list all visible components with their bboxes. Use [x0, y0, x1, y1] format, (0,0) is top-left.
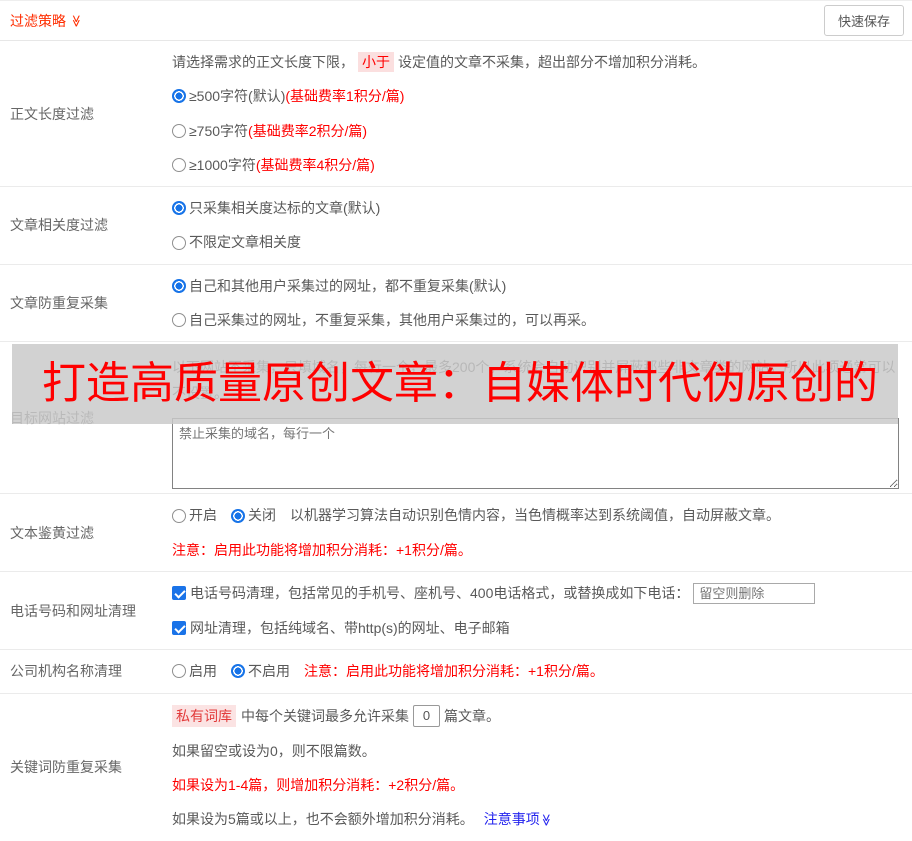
keyword-limit-text: 中每个关键词最多允许采集	[241, 707, 409, 724]
row-label-keyword-dedup: 关键词防重复采集	[10, 759, 122, 776]
company-clean-option-on[interactable]: 启用	[172, 661, 217, 681]
option-label: 不限定文章相关度	[189, 234, 301, 251]
keyword-note-zero: 如果留空或设为0，则不限篇数。	[172, 742, 376, 759]
quick-save-button[interactable]: 快速保存	[823, 5, 904, 36]
option-label: ≥750字符	[189, 122, 249, 139]
option-label: ≥500字符(默认)	[189, 88, 286, 105]
option-label: 网址清理，包括纯域名、带http(s)的网址、电子邮箱	[190, 619, 510, 636]
radio-checked-icon[interactable]	[172, 89, 186, 104]
length-option-500[interactable]: ≥500字符(默认) (基础费率1积分/篇)	[172, 86, 902, 106]
checkbox-checked-icon[interactable]	[172, 621, 186, 636]
radio-unchecked-icon[interactable]	[172, 158, 186, 173]
radio-checked-icon[interactable]	[172, 201, 186, 216]
row-phone-url-clean: 电话号码和网址清理 电话号码清理，包括常见的手机号、座机号、400电话格式，或替…	[0, 572, 912, 651]
page-title[interactable]: 过滤策略 ≫	[10, 11, 83, 31]
porn-filter-option-on[interactable]: 开启	[172, 505, 217, 525]
relevance-option-any[interactable]: 不限定文章相关度	[172, 232, 902, 252]
desc-highlight: 小于	[358, 52, 394, 73]
radio-unchecked-icon[interactable]	[172, 508, 186, 523]
row-label-relevance-filter: 文章相关度过滤	[10, 217, 108, 234]
row-label-porn-filter: 文本鉴黄过滤	[10, 524, 94, 541]
length-option-1000[interactable]: ≥1000字符 (基础费率4积分/篇)	[172, 155, 902, 175]
checkbox-checked-icon[interactable]	[172, 586, 186, 601]
option-label: 电话号码清理，包括常见的手机号、座机号、400电话格式，或替换成如下电话：	[190, 585, 690, 602]
notice-link-text: 注意事项	[483, 811, 540, 828]
row-target-site-filter: 目标网站过滤 以下网站不采集，只填域名，每行一个，最多200个。系统会自动识别并…	[0, 342, 912, 495]
keyword-limit-suffix: 篇文章。	[444, 707, 500, 724]
option-label: 只采集相关度达标的文章(默认)	[189, 200, 381, 217]
private-lexicon-tag: 私有词库	[172, 704, 236, 727]
porn-filter-description: 以机器学习算法自动识别色情内容，当色情概率达到系统阈值，自动屏蔽文章。	[290, 507, 780, 524]
replacement-phone-input[interactable]	[693, 582, 816, 604]
row-label-phone-url-clean: 电话号码和网址清理	[10, 602, 136, 619]
option-label: 启用	[189, 663, 217, 680]
dedup-option-global[interactable]: 自己和其他用户采集过的网址，都不重复采集(默认)	[172, 276, 902, 296]
option-label: ≥1000字符	[189, 156, 256, 173]
porn-filter-cost-note: 注意：启用此功能将增加积分消耗：+1积分/篇。	[172, 541, 472, 558]
blocked-domains-textarea[interactable]	[172, 417, 899, 489]
desc-after: 设定值的文章不采集，超出部分不增加积分消耗。	[398, 54, 706, 70]
keyword-note-cost: 如果设为1-4篇，则增加积分消耗：+2积分/篇。	[172, 777, 465, 794]
option-label: 自己采集过的网址，不重复采集，其他用户采集过的，可以再采。	[189, 312, 595, 329]
row-label-length-filter: 正文长度过滤	[10, 105, 94, 122]
radio-checked-icon[interactable]	[172, 278, 186, 293]
row-company-clean: 公司机构名称清理 启用 不启用 注意：启用此功能将增加积分消耗：+1积分/篇。	[0, 650, 912, 694]
company-clean-cost-note: 注意：启用此功能将增加积分消耗：+1积分/篇。	[304, 663, 604, 680]
row-dedup-collect: 文章防重复采集 自己和其他用户采集过的网址，都不重复采集(默认) 自己采集过的网…	[0, 265, 912, 343]
radio-unchecked-icon[interactable]	[172, 313, 186, 328]
notice-link[interactable]: 注意事项≫	[484, 809, 553, 829]
page-title-text: 过滤策略	[10, 12, 66, 29]
row-label-dedup-collect: 文章防重复采集	[10, 295, 108, 312]
desc-before: 请选择需求的正文长度下限，	[172, 54, 354, 70]
row-keyword-dedup: 关键词防重复采集 私有词库 中每个关键词最多允许采集 篇文章。 如果留空或设为0…	[0, 694, 912, 841]
radio-checked-icon[interactable]	[231, 508, 245, 523]
phone-clean-option[interactable]: 电话号码清理，包括常见的手机号、座机号、400电话格式，或替换成如下电话：	[172, 582, 902, 604]
length-filter-description: 请选择需求的正文长度下限， 小于 设定值的文章不采集，超出部分不增加积分消耗。	[172, 52, 902, 73]
double-chevron-down-icon: ≫	[69, 14, 84, 27]
row-porn-filter: 文本鉴黄过滤 开启 关闭 以机器学习算法自动识别色情内容，当色情概率达到系统阈值…	[0, 494, 912, 572]
keyword-note-five-plus: 如果设为5篇或以上，也不会额外增加积分消耗。	[172, 811, 474, 828]
option-cost-note: (基础费率4积分/篇)	[255, 156, 375, 173]
row-relevance-filter: 文章相关度过滤 只采集相关度达标的文章(默认) 不限定文章相关度	[0, 187, 912, 265]
radio-unchecked-icon[interactable]	[172, 235, 186, 250]
porn-filter-option-off[interactable]: 关闭	[231, 505, 276, 525]
row-length-filter: 正文长度过滤 请选择需求的正文长度下限， 小于 设定值的文章不采集，超出部分不增…	[0, 41, 912, 188]
radio-unchecked-icon[interactable]	[172, 664, 186, 679]
option-cost-note: (基础费率2积分/篇)	[248, 122, 368, 139]
double-chevron-down-icon: ≫	[539, 814, 554, 827]
top-bar: 过滤策略 ≫ 快速保存	[0, 0, 912, 41]
radio-checked-icon[interactable]	[231, 664, 245, 679]
row-label-company-clean: 公司机构名称清理	[10, 663, 122, 680]
row-label-target-site-filter: 目标网站过滤	[10, 409, 94, 426]
keyword-limit-input[interactable]	[413, 704, 440, 727]
option-label: 不启用	[248, 663, 290, 680]
option-label: 关闭	[248, 507, 276, 524]
dedup-option-self[interactable]: 自己采集过的网址，不重复采集，其他用户采集过的，可以再采。	[172, 310, 902, 330]
target-site-description: 以下网站不采集，只填域名，每行一个，最多200个。系统会自动识别并屏蔽那些非文章…	[172, 358, 896, 402]
relevance-option-strict[interactable]: 只采集相关度达标的文章(默认)	[172, 198, 902, 218]
option-cost-note: (基础费率1积分/篇)	[285, 88, 405, 105]
company-clean-option-off[interactable]: 不启用	[231, 661, 290, 681]
option-label: 自己和其他用户采集过的网址，都不重复采集(默认)	[189, 277, 507, 294]
url-clean-option[interactable]: 网址清理，包括纯域名、带http(s)的网址、电子邮箱	[172, 618, 902, 638]
radio-unchecked-icon[interactable]	[172, 123, 186, 138]
length-option-750[interactable]: ≥750字符 (基础费率2积分/篇)	[172, 121, 902, 141]
option-label: 开启	[189, 507, 217, 524]
